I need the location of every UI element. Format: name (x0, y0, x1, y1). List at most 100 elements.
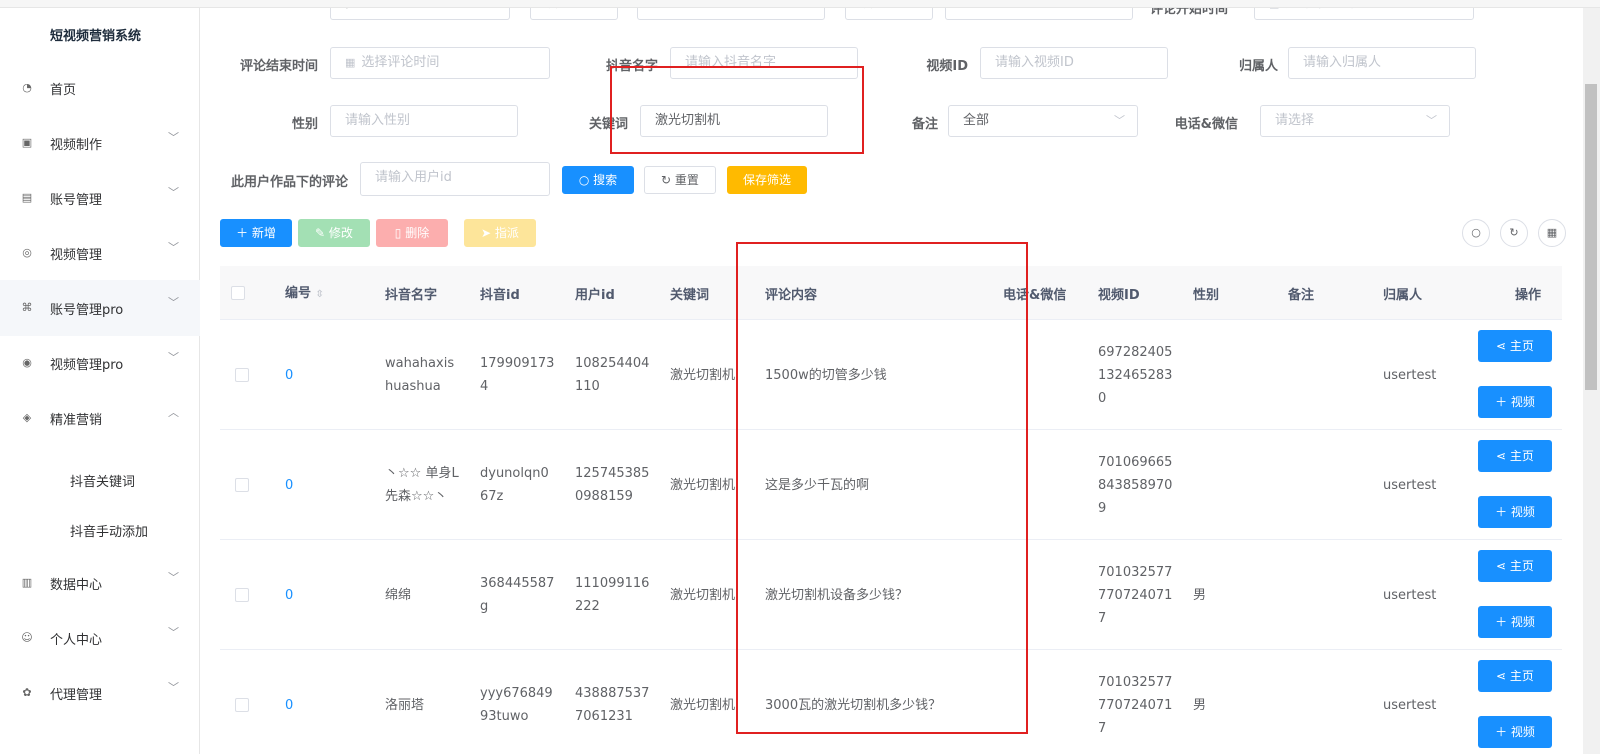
sidebar-item-data-center[interactable]: ▥ 数据中心 ﹀ (0, 555, 200, 611)
columns-icon[interactable]: ▦ (1538, 219, 1566, 247)
video-button[interactable]: ＋ 视频 (1478, 386, 1552, 418)
row-douyin-id: dyunolqn067z (480, 466, 549, 504)
header-phone-wechat: 电话&微信 (1003, 288, 1067, 303)
home-button[interactable]: ⋖ 主页 (1478, 550, 1552, 582)
sidebar-item-account[interactable]: ▤ 账号管理 ﹀ (0, 170, 200, 226)
row-video-id: 7010696658438589709 (1098, 454, 1173, 516)
owner-input[interactable]: 请输入归属人 (1288, 47, 1476, 79)
chevron-down-icon: ﹀ (168, 351, 179, 364)
tree-icon: ⌘ (21, 301, 33, 314)
chevron-down-icon: ﹀ (168, 571, 179, 584)
row-comment: 激光切割机设备多少钱？ (765, 587, 909, 603)
share-icon: ⋖ (1496, 449, 1510, 463)
sidebar-item-personal-center[interactable]: ☺ 个人中心 ﹀ (0, 610, 200, 666)
sidebar-subitem-douyin-manual-add[interactable]: 抖音手动添加 (0, 505, 200, 555)
row-number[interactable]: 0 (285, 320, 293, 430)
brand-title: 短视频营销系统 (50, 29, 142, 44)
data-icon: ▥ (21, 576, 33, 589)
header-owner: 归属人 (1383, 288, 1423, 303)
gender-input[interactable]: 请输入性别 (330, 105, 518, 137)
share-icon: ⋖ (1496, 339, 1510, 353)
video-id-label: 视频ID (926, 59, 968, 74)
douyin-name-input[interactable]: 请输入抖音名字 (670, 47, 858, 79)
comment-end-time-label: 评论结束时间 (239, 59, 318, 74)
chevron-down-icon: ﹀ (168, 681, 179, 694)
row-user-id: 4388875377061231 (575, 686, 650, 724)
reset-button[interactable]: ↻ 重置 (644, 166, 716, 194)
gender-label: 性别 (291, 117, 318, 132)
row-douyin-name: 绵绵 (385, 587, 412, 603)
video-pro-icon: ◉ (22, 356, 32, 369)
sidebar-item-account-pro[interactable]: ⌘ 账号管理pro ﹀ (0, 280, 200, 336)
row-number[interactable]: 0 (285, 540, 293, 650)
remark-select[interactable]: 全部 ﹀ (948, 105, 1138, 137)
chevron-down-icon: ﹀ (1426, 114, 1437, 127)
table-row: 0 洛丽塔 yyy67684993tuwo 4388875377061231 激… (220, 650, 1562, 754)
header-number[interactable]: 编号 ⇳ (285, 282, 324, 301)
header-comment: 评论内容 (765, 288, 818, 303)
video-icon: ◎ (22, 246, 32, 259)
row-douyin-id: 1799091734 (480, 356, 555, 394)
row-owner: usertest (1383, 477, 1437, 493)
sidebar-item-video-manage[interactable]: ◎ 视频管理 ﹀ (0, 225, 200, 281)
sidebar-item-video-pro[interactable]: ◉ 视频管理pro ﹀ (0, 335, 200, 391)
row-checkbox[interactable] (235, 698, 249, 712)
calendar-icon: ▦ (345, 56, 356, 69)
table-row: 0 丶☆☆ 单身L先森☆☆丶 dyunolqn067z 125745385098… (220, 430, 1562, 540)
browser-top-strip (0, 0, 1600, 8)
row-checkbox[interactable] (235, 478, 249, 492)
sidebar: 短视频营销系统 ◔ 首页 ▣ 视频制作 ﹀ ▤ 账号管理 ﹀ ◎ 视频管理 ﹀ … (0, 0, 200, 754)
delete-button[interactable]: ▯ 删除 (376, 219, 448, 247)
row-douyin-id: 368445587g (480, 576, 555, 614)
sidebar-item-home[interactable]: ◔ 首页 (0, 60, 200, 116)
user-works-comment-label: 此用户作品下的评论 (230, 175, 348, 190)
scrollbar-thumb[interactable] (1585, 84, 1597, 390)
video-button[interactable]: ＋ 视频 (1478, 496, 1552, 528)
home-button[interactable]: ⋖ 主页 (1478, 440, 1552, 472)
home-button[interactable]: ⋖ 主页 (1478, 330, 1552, 362)
chevron-up-icon: ︿ (168, 406, 179, 419)
sidebar-item-precision-marketing[interactable]: ◈ 精准营销 ︿ (0, 390, 200, 446)
comment-end-time-input[interactable]: ▦ 选择评论时间 (330, 47, 550, 79)
chevron-down-icon: ﹀ (1114, 114, 1125, 127)
douyin-name-label: 抖音名字 (605, 59, 658, 74)
row-checkbox[interactable] (235, 368, 249, 382)
refresh-icon[interactable]: ↻ (1500, 219, 1528, 247)
save-filter-button[interactable]: 保存筛选 (727, 166, 807, 194)
owner-label: 归属人 (1238, 59, 1278, 74)
row-checkbox[interactable] (235, 588, 249, 602)
phone-wechat-select[interactable]: 请选择 ﹀ (1260, 105, 1450, 137)
user-id-input[interactable]: 请输入用户id (360, 162, 550, 196)
row-phone (1003, 320, 1083, 430)
video-button[interactable]: ＋ 视频 (1478, 716, 1552, 748)
home-button[interactable]: ⋖ 主页 (1478, 660, 1552, 692)
row-owner: usertest (1383, 697, 1437, 713)
row-douyin-name: wahahaxishuashua (385, 356, 455, 394)
trash-icon: ▯ (394, 226, 406, 240)
row-user-id: 108254404110 (575, 356, 650, 394)
sort-icon[interactable]: ⇳ (316, 289, 324, 300)
video-button[interactable]: ＋ 视频 (1478, 606, 1552, 638)
search-button[interactable]: ○ 搜索 (562, 166, 634, 194)
row-number[interactable]: 0 (285, 430, 293, 540)
row-comment: 3000瓦的激光切割机多少钱？ (765, 697, 942, 713)
row-number[interactable]: 0 (285, 650, 293, 754)
sidebar-subitem-douyin-keyword[interactable]: 抖音关键词 (0, 455, 200, 505)
assign-button[interactable]: ➤ 指派 (464, 219, 536, 247)
sidebar-item-agent-manage[interactable]: ✿ 代理管理 ﹀ (0, 665, 200, 721)
row-user-id: 1257453850988159 (575, 466, 650, 504)
edit-button[interactable]: ✎ 修改 (298, 219, 370, 247)
row-video-id: 7010325777707240717 (1098, 564, 1173, 626)
select-all-checkbox[interactable] (231, 286, 245, 300)
row-gender: 男 (1193, 587, 1207, 603)
search-toggle-icon[interactable]: ○ (1462, 219, 1490, 247)
header-actions: 操作 (1515, 288, 1542, 303)
add-button[interactable]: ＋ 新增 (220, 219, 292, 247)
phone-wechat-label: 电话&微信 (1174, 117, 1238, 132)
remark-label: 备注 (911, 117, 938, 132)
dashboard-icon: ◔ (22, 81, 32, 94)
keyword-input[interactable]: 激光切割机 (640, 105, 828, 137)
refresh-icon: ↻ (661, 173, 675, 187)
video-id-input[interactable]: 请输入视频ID (980, 47, 1168, 79)
sidebar-item-video-making[interactable]: ▣ 视频制作 ﹀ (0, 115, 200, 171)
